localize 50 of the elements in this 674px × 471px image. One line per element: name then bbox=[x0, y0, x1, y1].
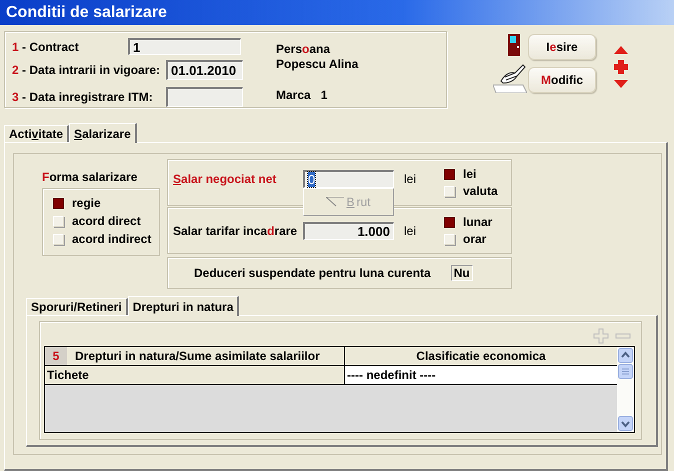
field-label: Salar tarifar incadrare bbox=[173, 224, 298, 238]
radio-button[interactable] bbox=[53, 198, 64, 208]
tab[interactable]: Activitate bbox=[4, 125, 70, 142]
modify-button[interactable]: Modific bbox=[528, 67, 596, 93]
input-field[interactable]: 1 bbox=[128, 38, 241, 55]
writing-hand-icon bbox=[493, 63, 527, 93]
scroll-thumb-icon[interactable] bbox=[618, 364, 633, 379]
option-label: lei bbox=[463, 167, 476, 181]
person-caption: Persoana bbox=[276, 42, 332, 57]
input-field[interactable] bbox=[166, 86, 243, 106]
scroll-up-icon[interactable] bbox=[618, 348, 633, 363]
up-arrow-icon[interactable] bbox=[614, 46, 628, 54]
field-label: 2 - Data intrarii in vigoare: bbox=[12, 62, 162, 76]
diagonal-line-icon bbox=[326, 197, 344, 207]
option-label: lunar bbox=[463, 215, 492, 229]
add-icon[interactable] bbox=[614, 60, 628, 74]
table-cell: ---- nedefinit ---- bbox=[345, 366, 617, 384]
option-label: orar bbox=[463, 232, 486, 246]
option-label: regie bbox=[72, 196, 101, 210]
column-header[interactable]: 5 Drepturi in natura/Sume asimilate salariilor bbox=[45, 347, 345, 365]
radio-button[interactable] bbox=[444, 168, 455, 180]
marca-label: Marca bbox=[276, 88, 311, 103]
unit-label: lei bbox=[404, 171, 418, 188]
option-label: acord direct bbox=[72, 214, 141, 228]
group-title: Forma salarizare bbox=[42, 170, 138, 184]
scrollbar[interactable] bbox=[617, 347, 634, 432]
field-label: 1 - Contract bbox=[12, 40, 80, 54]
person-name: Popescu Alina bbox=[276, 57, 358, 72]
value-field: Nu bbox=[450, 265, 473, 281]
column-header[interactable]: Clasificatie economica bbox=[345, 347, 617, 365]
unit-label: lei bbox=[404, 224, 418, 238]
tab[interactable]: Sporuri/Retineri bbox=[26, 298, 128, 315]
door-icon bbox=[507, 34, 521, 56]
option-label: acord indirect bbox=[72, 232, 152, 246]
input-field[interactable]: 01.01.2010 bbox=[166, 60, 243, 80]
tab[interactable]: Drepturi in natura bbox=[128, 296, 240, 316]
tab[interactable]: Salarizare bbox=[69, 123, 137, 143]
table-cell: Tichete bbox=[45, 366, 345, 384]
marca-value: 1 bbox=[320, 88, 328, 103]
down-arrow-icon[interactable] bbox=[614, 80, 628, 88]
radio-button[interactable] bbox=[444, 216, 455, 228]
input-field[interactable]: 1.000 bbox=[303, 222, 394, 240]
input-field[interactable]: 0 bbox=[303, 170, 394, 188]
option-label: valuta bbox=[463, 184, 498, 198]
field-label: 3 - Data inregistrare ITM: bbox=[12, 90, 154, 104]
field-label: Deduceri suspendate pentru luna curenta bbox=[194, 266, 431, 280]
scroll-down-icon[interactable] bbox=[618, 416, 633, 431]
exit-button[interactable]: Iesire bbox=[528, 34, 596, 60]
field-label: Salar negociat net bbox=[173, 171, 278, 188]
window-title: Conditii de salarizare bbox=[6, 4, 167, 22]
